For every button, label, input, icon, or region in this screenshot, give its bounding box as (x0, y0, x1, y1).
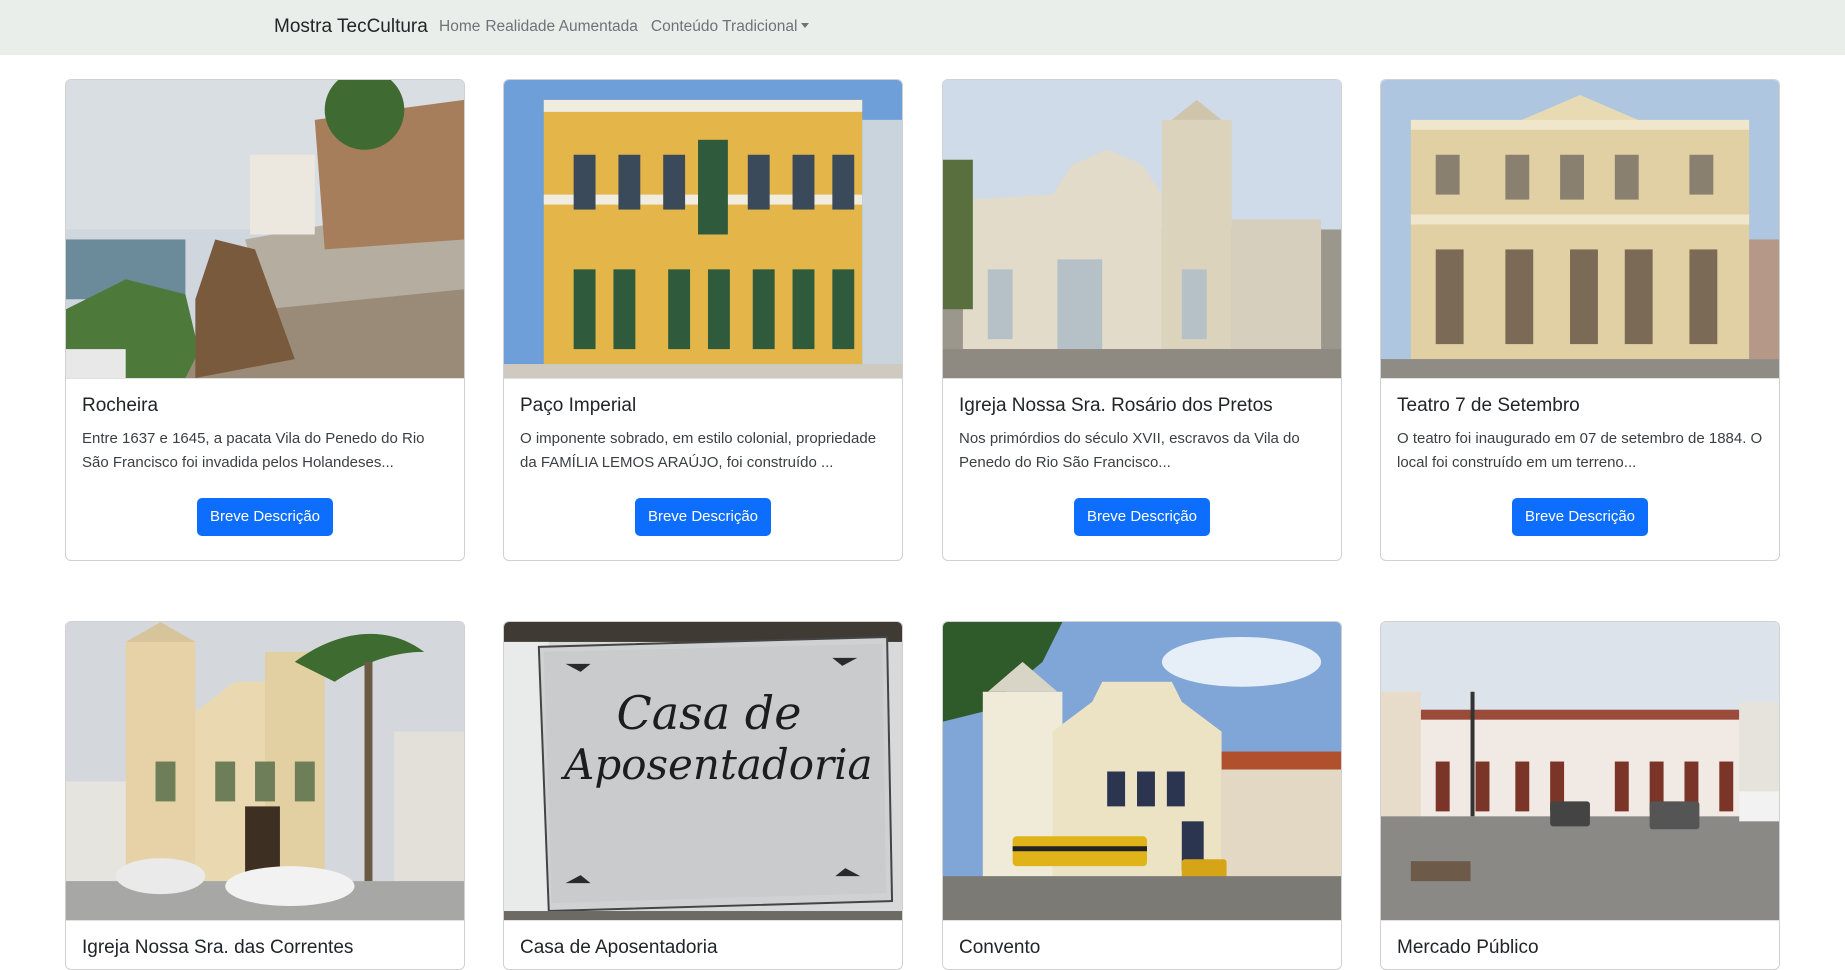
card-paco-imperial: Paço Imperial O imponente sobrado, em es… (503, 79, 903, 561)
breve-descricao-button[interactable]: Breve Descrição (196, 498, 334, 536)
card-teatro-7-de-setembro: Teatro 7 de Setembro O teatro foi inaugu… (1380, 79, 1780, 561)
card-convento: Convento (942, 621, 1342, 970)
card-igreja-rosario: Igreja Nossa Sra. Rosário dos Pretos Nos… (942, 79, 1342, 561)
button-wrap: Breve Descrição (1397, 475, 1763, 560)
card-image (504, 80, 902, 379)
card-casa-de-aposentadoria: Casa de Aposentadoria Casa de Aposentado… (503, 621, 903, 970)
dropdown-label: Conteúdo Tradicional (650, 18, 798, 35)
nav-link-realidade-aumentada[interactable]: Realidade Aumentada (485, 16, 638, 38)
card-title: Convento (959, 937, 1041, 958)
card-title: Rocheira (82, 395, 159, 416)
card-text: Nos primórdios do século XVII, escravos … (959, 430, 1300, 471)
nav-links: Home Realidade Aumentada Conteúdo Tradic… (439, 16, 814, 38)
card-title: Igreja Nossa Sra. das Correntes (82, 937, 354, 958)
card-igreja-correntes: Igreja Nossa Sra. das Correntes (65, 621, 465, 970)
card-image (1381, 622, 1779, 921)
card-body: Mercado Público (1381, 921, 1779, 959)
button-wrap: Breve Descrição (959, 475, 1325, 560)
card-image: Casa de Aposentadoria (504, 622, 902, 921)
breve-descricao-button[interactable]: Breve Descrição (1511, 498, 1649, 536)
card-title: Teatro 7 de Setembro (1397, 395, 1580, 416)
sign-line-1: Casa de (616, 686, 802, 740)
card-image (943, 622, 1341, 921)
card-text: O imponente sobrado, em estilo colonial,… (520, 430, 877, 471)
card-title: Mercado Público (1397, 937, 1539, 958)
card-image (1381, 80, 1779, 379)
card-title: Igreja Nossa Sra. Rosário dos Pretos (959, 395, 1273, 416)
sign-line-2: Aposentadoria (564, 740, 873, 789)
card-body: Casa de Aposentadoria (504, 921, 902, 959)
card-body: Igreja Nossa Sra. Rosário dos Pretos Nos… (943, 379, 1341, 560)
card-body: Igreja Nossa Sra. das Correntes (66, 921, 464, 959)
card-text: Entre 1637 e 1645, a pacata Vila do Pene… (82, 430, 425, 471)
top-navbar: Mostra TecCultura Home Realidade Aumenta… (0, 0, 1845, 55)
nav-link-home[interactable]: Home (439, 16, 480, 38)
button-wrap: Breve Descrição (520, 475, 886, 560)
breve-descricao-button[interactable]: Breve Descrição (634, 498, 772, 536)
card-title: Paço Imperial (520, 395, 637, 416)
card-image (943, 80, 1341, 379)
card-body: Convento (943, 921, 1341, 959)
card-body: Rocheira Entre 1637 e 1645, a pacata Vil… (66, 379, 464, 560)
chevron-down-icon (801, 23, 810, 28)
button-wrap: Breve Descrição (82, 475, 448, 560)
card-rocheira: Rocheira Entre 1637 e 1645, a pacata Vil… (65, 79, 465, 561)
sign-text: Casa de Aposentadoria (564, 686, 873, 791)
brand-link[interactable]: Mostra TecCultura (274, 15, 428, 39)
card-mercado-publico: Mercado Público (1380, 621, 1780, 970)
card-text: O teatro foi inaugurado em 07 de setembr… (1397, 430, 1763, 471)
card-body: Paço Imperial O imponente sobrado, em es… (504, 379, 902, 560)
nav-dropdown-conteudo-tradicional[interactable]: Conteúdo Tradicional (651, 16, 810, 38)
card-title: Casa de Aposentadoria (520, 937, 718, 958)
card-image (66, 622, 464, 921)
breve-descricao-button[interactable]: Breve Descrição (1073, 498, 1211, 536)
card-image (66, 80, 464, 379)
card-body: Teatro 7 de Setembro O teatro foi inaugu… (1381, 379, 1779, 560)
